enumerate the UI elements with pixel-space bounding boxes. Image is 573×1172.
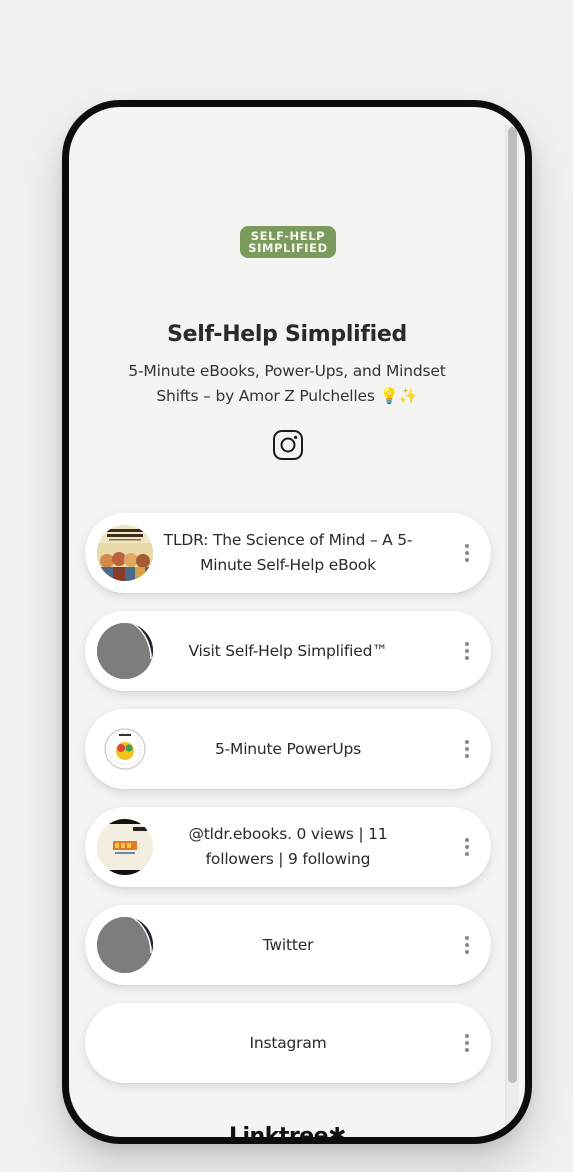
link-card-twitter[interactable]: Twitter [85, 905, 491, 985]
link-label: @tldr.ebooks. 0 views | 11 followers | 9… [188, 825, 388, 868]
profile-logo: SELF-HELP SIMPLIFIED [240, 226, 336, 258]
link-label: Instagram [249, 1033, 327, 1052]
phone-frame: SELF-HELP SIMPLIFIED Self-Help Simplifie… [62, 100, 532, 1144]
ebook-cover-thumbnail [97, 525, 153, 581]
instagram-icon[interactable] [272, 429, 304, 461]
placeholder-image [97, 623, 153, 679]
scrollbar-thumb[interactable] [508, 127, 517, 1083]
more-vertical-icon[interactable] [459, 1031, 475, 1055]
tldr-logo-image [97, 819, 153, 875]
link-card-tldr-ebook[interactable]: TLDR: The Science of Mind – A 5-Minute S… [85, 513, 491, 593]
powerups-badge-thumbnail [97, 721, 153, 777]
gray-placeholder-thumbnail [97, 917, 153, 973]
ebook-cover-image [97, 525, 153, 581]
link-card-tldr-ebooks-profile[interactable]: @tldr.ebooks. 0 views | 11 followers | 9… [85, 807, 491, 887]
link-list: TLDR: The Science of Mind – A 5-Minute S… [85, 513, 491, 1101]
link-label: Twitter [262, 935, 314, 954]
tldr-logo-thumbnail [97, 819, 153, 875]
gray-placeholder-thumbnail [97, 623, 153, 679]
profile-bio: 5-Minute eBooks, Power-Ups, and Mindset … [128, 362, 446, 405]
link-card-instagram[interactable]: Instagram [85, 1003, 491, 1083]
more-vertical-icon[interactable] [459, 933, 475, 957]
link-card-visit-site[interactable]: Visit Self-Help Simplified™ [85, 611, 491, 691]
powerups-badge-image [97, 721, 153, 777]
profile-name: Self-Help Simplified [167, 322, 407, 347]
link-label: 5-Minute PowerUps [214, 739, 362, 758]
more-vertical-icon[interactable] [459, 737, 475, 761]
link-label: Visit Self-Help Simplified™ [188, 641, 388, 660]
more-vertical-icon[interactable] [459, 835, 475, 859]
page-stage: SELF-HELP SIMPLIFIED Self-Help Simplifie… [0, 0, 573, 1172]
more-vertical-icon[interactable] [459, 639, 475, 663]
placeholder-image [97, 917, 153, 973]
logo-line-2: SIMPLIFIED [248, 241, 328, 255]
linktree-logo[interactable]: Linktree✱ [229, 1124, 347, 1137]
phone-screen: SELF-HELP SIMPLIFIED Self-Help Simplifie… [69, 107, 525, 1137]
link-label: TLDR: The Science of Mind – A 5-Minute S… [163, 531, 413, 574]
link-card-powerups[interactable]: 5-Minute PowerUps [85, 709, 491, 789]
more-vertical-icon[interactable] [459, 541, 475, 565]
